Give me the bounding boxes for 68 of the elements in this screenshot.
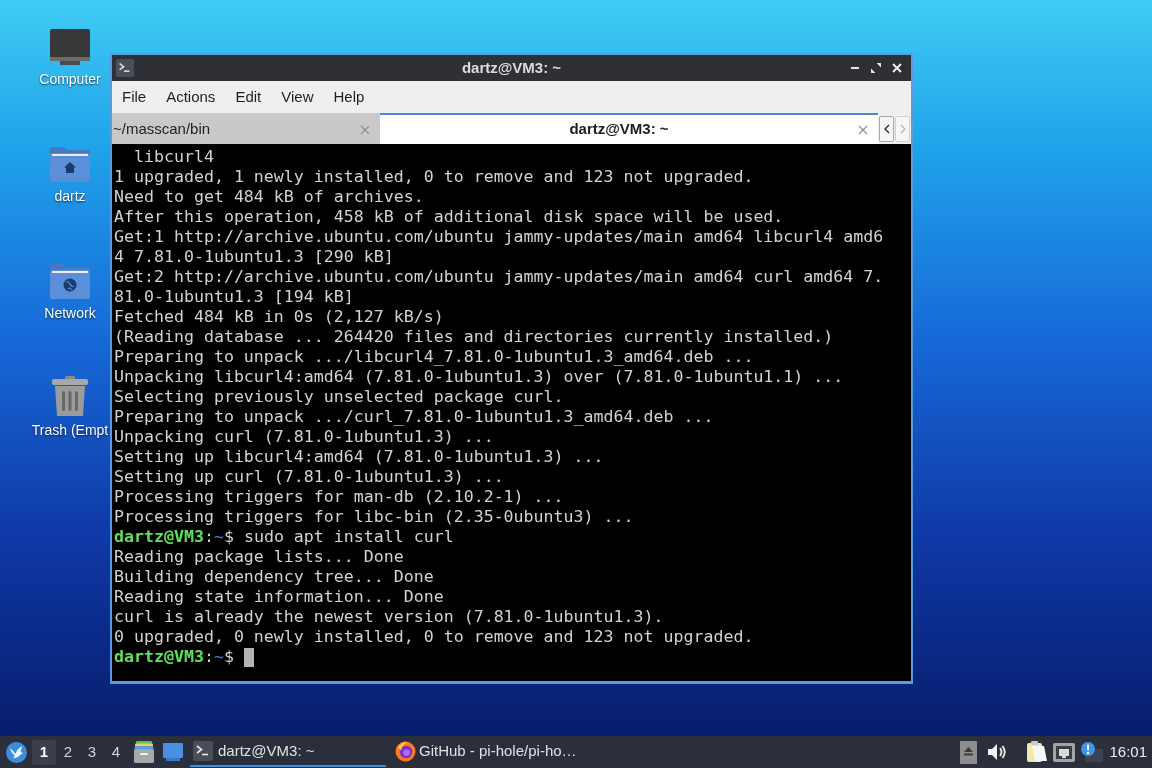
terminal-icon	[193, 741, 213, 761]
terminal-line: Reading package lists... Done	[114, 547, 404, 567]
tab-label[interactable]: dartz@VM3: ~	[380, 118, 858, 141]
network-folder-icon[interactable]	[50, 263, 90, 299]
notification-icon[interactable]	[1081, 742, 1104, 762]
terminal-line: 4 7.81.0-1ubuntu1.3 [290 kB]	[114, 247, 394, 267]
task-button[interactable]: GitHub - pi-hole/pi-ho…	[392, 737, 590, 767]
terminal-line: Fetched 484 kB in 0s (2,127 kB/s)	[114, 307, 444, 327]
terminal-line: Building dependency tree... Done	[114, 567, 434, 587]
terminal-line: Selecting previously unselected package curl.	[114, 387, 564, 407]
shell-prompt: dartz@VM3:~$	[114, 647, 234, 667]
close-icon[interactable]	[892, 63, 902, 73]
shell-prompt: dartz@VM3:~$	[114, 527, 234, 547]
terminal-line: curl is already the newest version (7.81.0-1ubuntu1.3).	[114, 607, 664, 627]
wired-network-icon[interactable]	[1053, 742, 1076, 762]
terminal-line: 0 upgraded, 0 newly installed, 0 to remove and 123 not upgraded.	[114, 627, 754, 647]
task-button[interactable]: dartz@VM3: ~	[190, 737, 386, 767]
chevron-left-icon	[883, 123, 890, 134]
close-tab-icon[interactable]	[858, 124, 868, 135]
terminal-line: Unpacking libcurl4:amd64 (7.81.0-1ubuntu1.3) over (7.81.0-1ubuntu1.1) ...	[114, 367, 844, 387]
scroll-tabs-left-button[interactable]	[879, 115, 894, 142]
workspace-button[interactable]: 2	[56, 739, 80, 765]
terminal-line: 81.0-1ubuntu1.3 [194 kB]	[114, 287, 354, 307]
maximize-icon[interactable]	[871, 63, 881, 73]
terminal-line: 1 upgraded, 1 newly installed, 0 to remove and 123 not upgraded.	[114, 167, 754, 187]
tab[interactable]: dartz@VM3: ~	[380, 113, 878, 144]
terminal-pane[interactable]	[112, 144, 911, 681]
menu-item[interactable]: Edit	[225, 85, 272, 109]
browser-icon	[395, 740, 416, 762]
terminal-line: Processing triggers for libc-bin (2.35-0ubuntu3) ...	[114, 507, 634, 527]
menu-item[interactable]: File	[112, 85, 157, 109]
terminal-line: Preparing to unpack .../libcurl4_7.81.0-1ubuntu1.3_amd64.deb ...	[114, 347, 754, 367]
terminal-line: Processing triggers for man-db (2.10.2-1) ...	[114, 487, 564, 507]
terminal-line: Setting up curl (7.81.0-1ubuntu1.3) ...	[114, 467, 504, 487]
terminal-line: Reading state information... Done	[114, 587, 444, 607]
clipboard-icon[interactable]	[1027, 741, 1048, 763]
app-menu-icon[interactable]	[6, 741, 27, 763]
workspace-button[interactable]: 3	[80, 739, 104, 765]
terminal-line: Preparing to unpack .../curl_7.81.0-1ubuntu1.3_amd64.deb ...	[114, 407, 714, 427]
screen-icon[interactable]	[163, 743, 183, 761]
workspace-button[interactable]: 1	[32, 739, 56, 765]
command-text: sudo apt install curl	[243, 527, 454, 547]
eject-icon[interactable]	[960, 740, 978, 764]
menu-item[interactable]: View	[271, 85, 324, 109]
terminal-line: After this operation, 458 kB of additional disk space will be used.	[114, 207, 784, 227]
monitor-icon[interactable]	[50, 29, 90, 65]
chevron-right-icon	[899, 123, 906, 134]
terminal-line: Need to get 484 kB of archives.	[114, 187, 424, 207]
terminal-line: Get:2 http://archive.ubuntu.com/ubuntu jammy-updates/main amd64 curl amd64 7.	[114, 267, 884, 287]
terminal-line: Get:1 http://archive.ubuntu.com/ubuntu jammy-updates/main amd64 libcurl4 amd6	[114, 227, 884, 247]
tab-label[interactable]: ~/masscan/bin	[112, 118, 360, 141]
desktop-icon-label[interactable]: Network	[44, 305, 96, 321]
workspace-button[interactable]: 4	[104, 739, 128, 765]
menu-item[interactable]: Actions	[156, 85, 226, 109]
file-cabinet-icon[interactable]	[134, 741, 154, 763]
terminal-line: (Reading database ... 264420 files and directories currently installed.)	[114, 327, 834, 347]
home-folder-icon[interactable]	[50, 146, 90, 182]
volume-icon[interactable]	[987, 743, 1008, 761]
tab[interactable]: ~/masscan/bin	[112, 113, 380, 144]
clock[interactable]: 16:01	[1109, 740, 1147, 764]
window-title: dartz@VM3: ~	[461, 57, 562, 78]
desktop-icon-label[interactable]: Trash (Empt	[31, 422, 109, 438]
terminal-line: Unpacking curl (7.81.0-1ubuntu1.3) ...	[114, 427, 494, 447]
trash-icon[interactable]	[52, 376, 88, 416]
menu-item[interactable]: Help	[323, 85, 375, 109]
terminal-line: libcurl4	[132, 147, 214, 167]
terminal-line: Setting up libcurl4:amd64 (7.81.0-1ubuntu1.3) ...	[114, 447, 604, 467]
terminal-icon[interactable]	[116, 59, 134, 77]
